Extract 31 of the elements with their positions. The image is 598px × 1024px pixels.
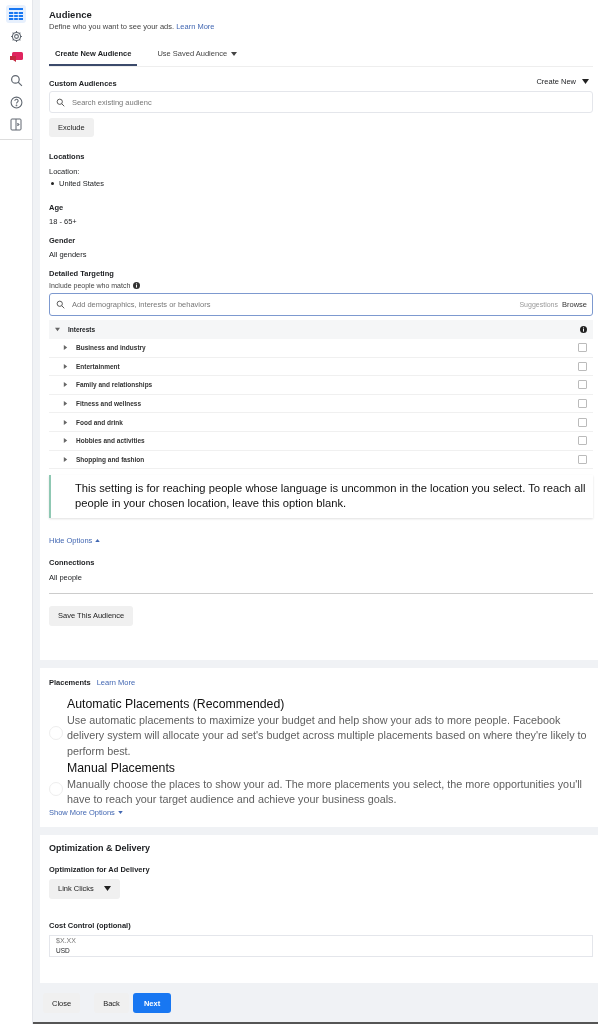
caret-icon[interactable] [63, 419, 68, 425]
caret-icon[interactable] [63, 382, 68, 388]
checkbox[interactable] [578, 399, 587, 409]
caret-icon[interactable] [63, 345, 68, 351]
option-description: Manually choose the places to show your ad. The more placements you select, the more opportunities you'll have to reach your target audience and achieve your business goals. [67, 776, 583, 808]
search-icon [56, 300, 65, 309]
caret-icon[interactable] [63, 438, 68, 444]
section-title: Audience [49, 9, 92, 20]
section-title: Optimization & Delivery [49, 842, 151, 853]
checkbox[interactable] [578, 454, 587, 464]
caret-icon [103, 886, 111, 892]
table-view-icon[interactable] [6, 5, 26, 23]
notice-text: This setting is for reaching people whose language is uncommon in the location you select. To reach all people in your chosen location, leave this option blank. [49, 475, 593, 518]
option-title: Automatic Placements (Recommended) [67, 697, 286, 713]
checkbox[interactable] [578, 436, 587, 446]
caret-icon[interactable] [63, 401, 68, 407]
bullet-icon [51, 182, 54, 185]
option-description: Use automatic placements to maximize your budget and help show your ads to more people. Facebook delivery system will allocate your ad set's budget across multiple placements based on where they're likely to perform best. [67, 713, 588, 759]
info-icon [580, 326, 587, 333]
checkbox[interactable] [578, 361, 587, 371]
checkbox[interactable] [578, 380, 587, 390]
info-icon [133, 282, 141, 289]
checkbox[interactable] [578, 343, 587, 353]
caret-icon[interactable] [63, 363, 68, 369]
caret-icon[interactable] [63, 456, 68, 462]
option-title: Manual Placements [67, 760, 176, 777]
search-icon [56, 97, 65, 107]
checkbox[interactable] [578, 417, 587, 427]
caret-icon [582, 78, 589, 84]
caret-icon [95, 538, 101, 542]
caret-icon [117, 810, 123, 814]
